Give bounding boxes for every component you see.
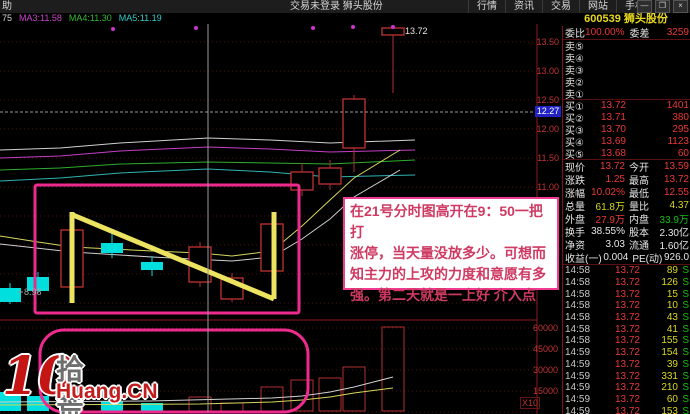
top-menu-item[interactable]: 网站 [579, 0, 616, 13]
ma-value: MA4:11.30 [68, 13, 112, 23]
tick-row: 14:58 13.72 43 S [565, 312, 689, 324]
tick-row: 14:58 13.72 155 S [565, 335, 689, 347]
annotation-line: 知主力的上攻的力度和意愿有多 [350, 266, 546, 282]
window-control-button[interactable]: ❐ [655, 0, 670, 13]
annotation-line: 强。第二天就是一上好 介入点 [350, 287, 536, 303]
tick-list: 14:58 13.72 89 S 14:58 13.72 126 S 14:58… [563, 265, 690, 414]
weicha-label: 委差 [629, 29, 650, 40]
annotation-note: 在21号分时图高开在9：50一把打涨停，当天量没放多少。可想而 知主力的上攻的力度… [343, 197, 559, 303]
window-controls: — ❐ × [637, 0, 688, 13]
top-menu-item[interactable]: 交易 [542, 0, 579, 13]
top-menu: 行情 资讯 交易 网站 手机 [468, 0, 653, 13]
ma-value: MA3:11.58 [19, 13, 62, 23]
ask-row: 卖① [565, 89, 584, 101]
stock-name: 狮头股份 [623, 13, 668, 25]
window-control-button[interactable]: — [637, 0, 652, 13]
tick-row: 14:58 13.72 41 S [565, 323, 689, 335]
bid-row: 买⑤ 13.68 60 [565, 147, 689, 161]
stock-header: 600539 狮头股份 [562, 13, 690, 26]
tick-row: 14:59 13.72 154 S [565, 347, 689, 359]
ask-levels: 卖⑤ 卖④ 卖③ 卖② 卖① [563, 40, 690, 101]
tick-row: 14:58 13.72 10 S [565, 300, 689, 312]
tick-row: 14:58 13.72 126 S [565, 277, 689, 288]
bid-levels: 买① 13.72 1401 买② 13.71 380 买③ 13.70 295 … [563, 100, 690, 161]
quote-panel: 委比 100.00% 委差 3259 卖⑤ 卖④ 卖③ 卖② 卖① 买① 13.… [562, 26, 690, 414]
stock-code: 600539 [584, 13, 621, 25]
ma-value: MA5:11.19 [118, 13, 162, 23]
window-title: 交易未登录 狮头股份 [290, 1, 383, 12]
menu-help[interactable]: 助 [0, 0, 62, 13]
ma-values-bar: 75 MA3:11.58 MA4:11.30 MA5:11.19 [0, 13, 562, 24]
ma-value: 75 [2, 13, 13, 23]
tick-row: 14:59 13.72 210 S [565, 382, 689, 394]
stock-info-rows: 现价 13.72 今开 13.59 涨跌 1.25 最高 13.72 涨幅 10… [563, 160, 690, 265]
weicha-value: 3259 [666, 27, 689, 38]
title-bar: 助 交易未登录 狮头股份 行情 资讯 交易 网站 手机 — ❐ × [0, 0, 690, 13]
top-menu-item[interactable]: 行情 [468, 0, 505, 13]
trading-app-window: 13.50 13.00 12.50 12.00 11.50 11.00 60000 45000… [0, 0, 690, 414]
tick-row: 14:59 13.72 331 S [565, 370, 689, 382]
tick-row: 14:59 13.72 39 S [565, 358, 689, 370]
tick-row: 14:59 13.72 60 S [565, 393, 689, 405]
window-control-button[interactable]: × [673, 0, 688, 13]
top-menu-item[interactable]: 资讯 [505, 0, 542, 13]
tick-row: 14:58 13.72 15 S [565, 288, 689, 300]
tick-row: 14:59 13.72 153 S [565, 405, 689, 414]
info-row: 收益(一) 0.004 PE(动) 926.0 [565, 251, 690, 265]
annotation-line: 涨停，当天量没放多少。可想而 [350, 245, 546, 261]
weibi-value: 100.00% [585, 27, 625, 38]
annotation-line: 在21号分时图高开在9：50一把打 [350, 203, 543, 240]
tick-row: 14:58 13.72 89 S [565, 265, 689, 277]
